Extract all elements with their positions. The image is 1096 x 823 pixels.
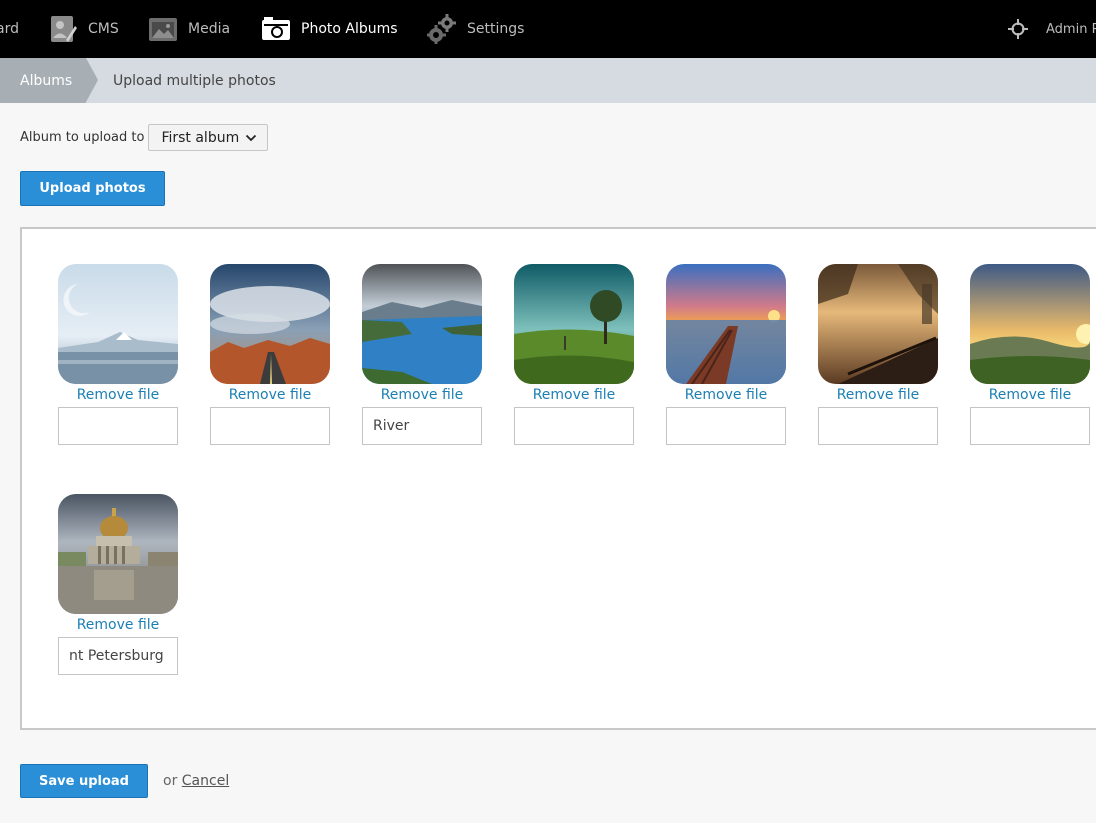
remove-file-link[interactable]: Remove file	[58, 387, 178, 404]
photo-item: Remove file	[210, 264, 330, 445]
admin-menu-label[interactable]: Admin P	[1046, 22, 1096, 37]
photo-thumbnail	[818, 264, 938, 384]
upload-photos-button[interactable]: Upload photos	[20, 171, 165, 206]
cms-icon	[51, 16, 77, 42]
photo-title-input[interactable]	[362, 407, 482, 445]
remove-file-link[interactable]: Remove file	[210, 387, 330, 404]
nav-cms-label: CMS	[88, 21, 119, 37]
remove-file-link[interactable]: Remove file	[970, 387, 1090, 404]
chevron-down-icon	[246, 134, 257, 141]
or-text: or	[163, 773, 178, 789]
photo-title-input[interactable]	[58, 637, 178, 675]
save-upload-button[interactable]: Save upload	[20, 764, 148, 798]
photo-item: Remove file	[58, 264, 178, 445]
nav-dashboard-label: ard	[0, 21, 19, 37]
breadcrumb-separator	[86, 58, 98, 102]
remove-file-link[interactable]: Remove file	[818, 387, 938, 404]
photo-thumbnail	[210, 264, 330, 384]
photo-thumbnail	[362, 264, 482, 384]
remove-file-link[interactable]: Remove file	[666, 387, 786, 404]
photo-item: Remove file	[362, 264, 482, 445]
photo-title-input[interactable]	[818, 407, 938, 445]
nav-media[interactable]: Media	[148, 0, 230, 58]
photo-thumbnail	[970, 264, 1090, 384]
photo-thumbnail	[58, 494, 178, 614]
photo-thumbnail	[514, 264, 634, 384]
camera-icon	[262, 17, 290, 40]
photo-thumbnail	[666, 264, 786, 384]
remove-file-link[interactable]: Remove file	[514, 387, 634, 404]
photo-title-input[interactable]	[514, 407, 634, 445]
nav-media-label: Media	[188, 21, 231, 37]
nav-dashboard[interactable]: ard	[0, 0, 19, 58]
breadcrumb-albums[interactable]: Albums	[0, 58, 86, 103]
nav-photo-albums-label: Photo Albums	[301, 21, 398, 37]
nav-settings[interactable]: Settings	[427, 0, 524, 58]
photo-item: Remove file	[666, 264, 786, 445]
album-select-value: First album	[161, 129, 240, 146]
top-navigation: ard CMS Media Photo Albums Settings Admi…	[0, 0, 1096, 58]
cancel-link[interactable]: Cancel	[182, 773, 229, 789]
album-select[interactable]: First album	[148, 124, 269, 151]
nav-photo-albums[interactable]: Photo Albums	[261, 0, 398, 58]
breadcrumb-current: Upload multiple photos	[113, 72, 276, 89]
photo-title-input[interactable]	[58, 407, 178, 445]
photo-item: Remove file	[58, 494, 178, 675]
photo-item: Remove file	[970, 264, 1090, 445]
photo-item: Remove file	[514, 264, 634, 445]
remove-file-link[interactable]: Remove file	[362, 387, 482, 404]
album-label: Album to upload to	[20, 130, 145, 145]
remove-file-link[interactable]: Remove file	[58, 617, 178, 634]
photo-upload-panel: Remove file Remove file Remove file Rive…	[20, 227, 1096, 730]
or-cancel: or Cancel	[163, 773, 229, 789]
photo-title-input[interactable]	[210, 407, 330, 445]
photo-item: Remove file	[818, 264, 938, 445]
admin-area: Admin P	[1008, 0, 1096, 58]
media-icon	[149, 18, 177, 41]
gears-icon	[427, 14, 456, 44]
breadcrumb: Albums Upload multiple photos	[0, 58, 1096, 103]
photo-title-input[interactable]	[970, 407, 1090, 445]
photo-title-input[interactable]	[666, 407, 786, 445]
photo-thumbnail	[58, 264, 178, 384]
nav-settings-label: Settings	[467, 21, 525, 37]
crosshair-icon[interactable]	[1008, 19, 1028, 39]
nav-cms[interactable]: CMS	[48, 0, 119, 58]
album-selector-row: Album to upload to First album	[20, 124, 269, 151]
